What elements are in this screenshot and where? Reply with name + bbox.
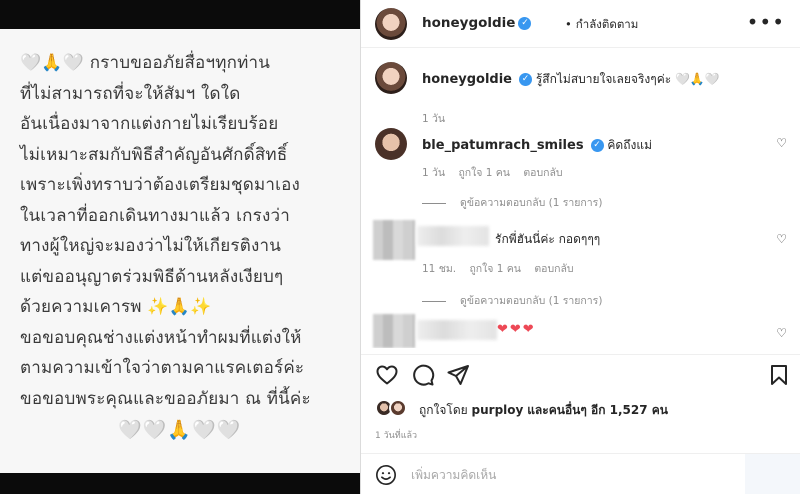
image-text-line: ตามความเข้าใจว่าตามคาแรคเตอร์ค่ะ [20, 358, 305, 378]
reply-button[interactable]: ตอบกลับ [523, 167, 562, 179]
follow-status-label: กำลังติดตาม [575, 17, 639, 31]
caption-meta: 1 วัน [422, 110, 455, 127]
action-bar [361, 354, 800, 394]
comment-like-count[interactable]: ถูกใจ 1 คน [458, 167, 510, 179]
blurred-commenter-avatar [373, 314, 415, 348]
image-text-line: แต่ขออนุญาตร่วมพิธีด้านหลังเงียบๆ [20, 266, 284, 287]
view-replies-button[interactable]: ดูข้อความตอบกลับ (1 รายการ) [422, 292, 602, 309]
like-heart-icon[interactable] [375, 363, 399, 387]
replies-divider [422, 202, 446, 204]
comment-text-row: ble_patumrach_smiles ✓ คิดถึงแม่ [422, 136, 652, 155]
avatar [389, 399, 407, 417]
image-text-line: ที่ไม่สามารถที่จะให้สัมฯ ใดใด [20, 83, 241, 104]
comments-list[interactable]: honeygoldie ✓ รู้สึกไม่สบายใจเลยจริงๆค่ะ … [361, 48, 800, 348]
like-comment-heart-icon[interactable]: ♡ [776, 136, 787, 150]
liker-avatars [375, 398, 409, 418]
post-side-panel: honeygoldie ✓ • กำลังติดตาม ••• honeygoldi… [360, 0, 800, 494]
image-text-line: อันเนื่องมาจากแต่งกายไม่เรียบร้อย [20, 114, 279, 134]
share-paper-plane-icon[interactable] [446, 363, 470, 387]
commenter-username[interactable]: ble_patumrach_smiles [422, 138, 584, 153]
list-item: ble_patumrach_smiles ✓ คิดถึงแม่ ♡ 1 วัน … [361, 128, 800, 211]
caption-comment: honeygoldie ✓ รู้สึกไม่สบายใจเลยจริงๆค่ะ … [361, 62, 800, 125]
comment-text: คิดถึงแม่ [607, 138, 652, 152]
image-text-line: ขอขอบคุณช่างแต่งหน้าทำผมที่แต่งให้ [20, 327, 302, 348]
post-comment-button[interactable] [745, 454, 800, 494]
comment-input[interactable] [411, 464, 741, 486]
add-comment-bar [361, 453, 800, 494]
likes-others-count[interactable]: คนอื่นๆ อีก 1,527 คน [549, 403, 668, 417]
verified-badge-icon: ✓ [590, 139, 604, 152]
comment-meta: 1 วัน ถูกใจ 1 คน ตอบกลับ [422, 164, 573, 181]
liker-username[interactable]: purploy [472, 403, 524, 417]
likes-text: ถูกใจโดย purploy และคนอื่นๆ อีก 1,527 คน [419, 401, 668, 420]
more-options-icon[interactable]: ••• [747, 10, 785, 34]
list-item: ❤❤❤ ♡ [361, 314, 800, 348]
caption-text-row: honeygoldie ✓ รู้สึกไม่สบายใจเลยจริงๆค่ะ … [422, 70, 720, 89]
post-header: honeygoldie ✓ • กำลังติดตาม ••• [361, 0, 800, 48]
follow-status[interactable]: • กำลังติดตาม [561, 16, 638, 34]
comment-text-row: ❤❤❤ [497, 322, 536, 337]
caption-avatar[interactable] [375, 62, 407, 94]
comment-time[interactable]: 1 วัน [422, 167, 445, 179]
image-text-line: ไม่เหมาะสมกับพิธีสำคัญอันศักดิ์สิทธิ์ [20, 144, 288, 165]
commenter-avatar[interactable] [375, 128, 407, 160]
like-comment-heart-icon[interactable]: ♡ [776, 232, 787, 246]
image-text-block: 🤍🙏🤍 กราบขออภัยสื่อฯทุกท่าน ที่ไม่สามารถท… [20, 48, 350, 414]
blurred-commenter-username [417, 226, 489, 246]
caption-username[interactable]: honeygoldie [422, 72, 512, 87]
view-replies-label: ดูข้อความตอบกลับ (1 รายการ) [460, 197, 603, 209]
reply-button[interactable]: ตอบกลับ [534, 263, 573, 275]
image-text-line: 🤍🙏🤍 กราบขออภัยสื่อฯทุกท่าน [20, 53, 271, 73]
caption-text: รู้สึกไม่สบายใจเลยจริงๆค่ะ 🤍🙏🤍 [535, 72, 720, 86]
like-comment-heart-icon[interactable]: ♡ [776, 326, 787, 340]
image-letterbox-bottom [0, 473, 360, 494]
comment-text: รักพี่ฮันนี่ค่ะ กอดๆๆๆ [495, 232, 601, 246]
image-text-line: ในเวลาที่ออกเดินทางมาแล้ว เกรงว่า [20, 205, 290, 226]
list-item: รักพี่ฮันนี่ค่ะ กอดๆๆๆ ♡ 11 ชม. ถูกใจ 1 … [361, 220, 800, 310]
comment-bubble-icon[interactable] [411, 363, 435, 387]
verified-badge-icon: ✓ [518, 16, 532, 30]
image-text-line: เพราะเพิ่งทราบว่าต้องเตรียมชุดมาเอง [20, 175, 301, 195]
author-username[interactable]: honeygoldie ✓ [422, 15, 532, 31]
view-replies-button[interactable]: ดูข้อความตอบกลับ (1 รายการ) [422, 194, 602, 211]
view-replies-label: ดูข้อความตอบกลับ (1 รายการ) [460, 295, 603, 307]
comment-time[interactable]: 11 ชม. [422, 263, 456, 275]
post-image[interactable]: 🤍🙏🤍 กราบขออภัยสื่อฯทุกท่าน ที่ไม่สามารถท… [0, 0, 360, 494]
comment-text-row: รักพี่ฮันนี่ค่ะ กอดๆๆๆ [495, 230, 600, 249]
likes-prefix: ถูกใจโดย [419, 403, 468, 417]
verified-badge-icon: ✓ [519, 73, 533, 86]
caption-time[interactable]: 1 วัน [422, 113, 445, 125]
comment-meta: 11 ชม. ถูกใจ 1 คน ตอบกลับ [422, 260, 584, 277]
author-avatar[interactable] [375, 8, 407, 40]
image-text-line: ด้วยความเคารพ ✨🙏✨ [20, 297, 212, 317]
image-text-line: ทางผู้ใหญ่จะมองว่าไม่ให้เกียรติงาน [20, 236, 282, 256]
separator-dot: • [565, 17, 572, 31]
replies-divider [422, 300, 446, 302]
blurred-commenter-avatar [373, 220, 415, 260]
emoji-smiley-icon[interactable] [375, 464, 397, 486]
image-closing-emojis: 🤍🤍🙏🤍🤍 [118, 419, 242, 441]
image-text-line: ขอขอบพระคุณและขออภัยมา ณ ที่นี้ค่ะ [20, 388, 311, 409]
comment-like-count[interactable]: ถูกใจ 1 คน [469, 263, 521, 275]
blurred-commenter-username [417, 320, 497, 340]
likes-conjunction: และ [527, 403, 549, 417]
comment-text: ❤❤❤ [497, 322, 536, 337]
save-bookmark-icon[interactable] [767, 363, 791, 387]
post-timestamp[interactable]: 1 วันที่แล้ว [375, 428, 417, 442]
image-letterbox-top [0, 0, 360, 29]
